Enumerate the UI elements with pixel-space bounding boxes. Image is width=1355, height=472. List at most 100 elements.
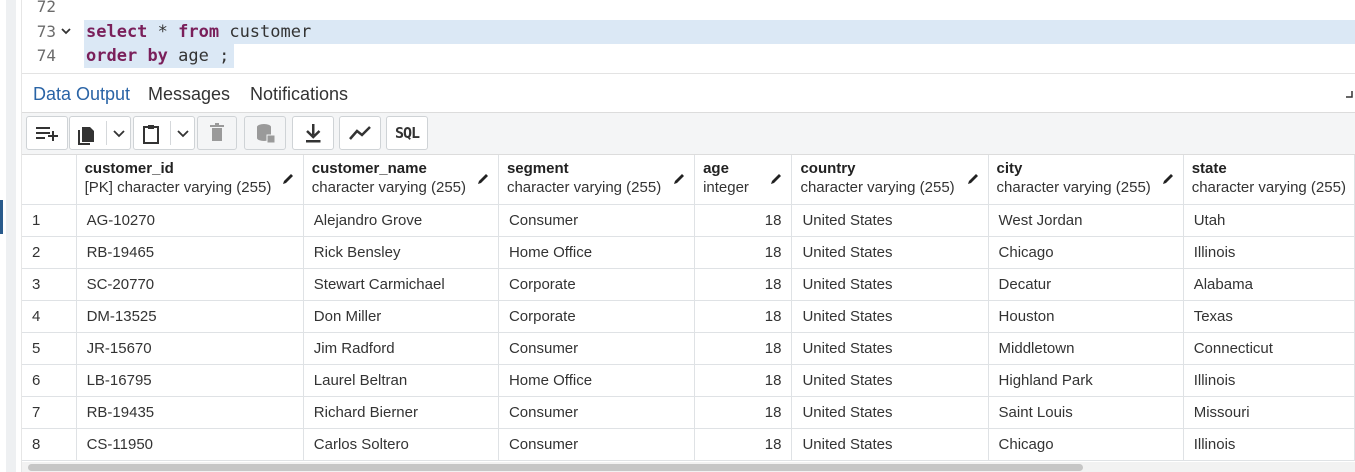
cell[interactable]: United States	[791, 332, 989, 365]
cell[interactable]: United States	[791, 236, 989, 269]
cell[interactable]: Corporate	[498, 268, 696, 301]
cell[interactable]: Chicago	[988, 236, 1184, 269]
row-number[interactable]: 2	[22, 236, 77, 269]
resize-corner-icon[interactable]	[1345, 90, 1353, 98]
cell[interactable]: 18	[694, 236, 793, 269]
cell[interactable]: Alejandro Grove	[303, 204, 499, 237]
column-header-country[interactable]: country character varying (255)	[791, 155, 989, 205]
graph-visualiser-button[interactable]	[339, 116, 381, 150]
cell[interactable]: United States	[791, 300, 989, 333]
cell[interactable]: 18	[694, 428, 793, 461]
row-number[interactable]: 5	[22, 332, 77, 365]
cell[interactable]: Saint Louis	[988, 396, 1184, 429]
horizontal-scrollbar[interactable]	[22, 462, 1355, 472]
table-row[interactable]: 8 CS-11950 Carlos Soltero Consumer 18 United …	[22, 428, 1355, 461]
cell[interactable]: Missouri	[1183, 396, 1355, 429]
column-header-customer-name[interactable]: customer_name character varying (255)	[303, 155, 499, 205]
table-row[interactable]: 4 DM-13525 Don Miller Corporate 18 United Sta…	[22, 300, 1355, 333]
cell[interactable]: RB-19435	[76, 396, 304, 429]
column-header-city[interactable]: city character varying (255)	[988, 155, 1184, 205]
column-header-customer-id[interactable]: customer_id [PK] character varying (255)	[76, 155, 304, 205]
cell[interactable]: 18	[694, 204, 793, 237]
pencil-icon[interactable]	[476, 172, 490, 186]
cell[interactable]: United States	[791, 364, 989, 397]
code-line-74[interactable]: 74 order by age ;	[22, 44, 1355, 68]
cell[interactable]: Texas	[1183, 300, 1355, 333]
data-grid[interactable]: customer_id [PK] character varying (255)…	[22, 155, 1355, 462]
cell[interactable]: Stewart Carmichael	[303, 268, 499, 301]
cell[interactable]: 18	[694, 396, 793, 429]
paste-button-group[interactable]	[133, 116, 195, 150]
cell[interactable]: Utah	[1183, 204, 1355, 237]
cell[interactable]: CS-11950	[76, 428, 304, 461]
add-row-button[interactable]	[26, 116, 68, 150]
column-header-age[interactable]: age integer	[694, 155, 793, 205]
cell[interactable]: Connecticut	[1183, 332, 1355, 365]
chevron-down-icon[interactable]	[176, 127, 190, 141]
table-row[interactable]: 7 RB-19435 Richard Bierner Consumer 18 United…	[22, 396, 1355, 429]
cell[interactable]: Consumer	[498, 204, 696, 237]
row-number[interactable]: 8	[22, 428, 77, 461]
cell[interactable]: 18	[694, 364, 793, 397]
cell[interactable]: Middletown	[988, 332, 1184, 365]
cell[interactable]: 18	[694, 268, 793, 301]
column-header-segment[interactable]: segment character varying (255)	[498, 155, 696, 205]
tab-notifications[interactable]: Notifications	[250, 82, 348, 106]
cell[interactable]: RB-19465	[76, 236, 304, 269]
cell[interactable]: Home Office	[498, 236, 696, 269]
column-header-state[interactable]: state character varying (255)	[1183, 155, 1355, 205]
cell[interactable]: Rick Bensley	[303, 236, 499, 269]
cell[interactable]: LB-16795	[76, 364, 304, 397]
save-data-button[interactable]	[244, 116, 286, 150]
cell[interactable]: United States	[791, 396, 989, 429]
cell[interactable]: United States	[791, 268, 989, 301]
chevron-down-icon[interactable]	[112, 127, 126, 141]
cell[interactable]: Alabama	[1183, 268, 1355, 301]
table-row[interactable]: 5 JR-15670 Jim Radford Consumer 18 United Sta…	[22, 332, 1355, 365]
copy-button-group[interactable]	[69, 116, 131, 150]
cell[interactable]: Consumer	[498, 428, 696, 461]
cell[interactable]: Jim Radford	[303, 332, 499, 365]
row-number[interactable]: 6	[22, 364, 77, 397]
table-row[interactable]: 1 AG-10270 Alejandro Grove Consumer 18 United…	[22, 204, 1355, 237]
cell[interactable]: Houston	[988, 300, 1184, 333]
cell[interactable]: Illinois	[1183, 364, 1355, 397]
delete-row-button[interactable]	[197, 116, 237, 150]
cell[interactable]: Home Office	[498, 364, 696, 397]
cell[interactable]: United States	[791, 428, 989, 461]
pencil-icon[interactable]	[672, 172, 686, 186]
download-button[interactable]	[292, 116, 334, 150]
tab-messages[interactable]: Messages	[148, 82, 230, 106]
tab-data-output[interactable]: Data Output	[33, 82, 131, 115]
cell[interactable]: SC-20770	[76, 268, 304, 301]
row-number[interactable]: 3	[22, 268, 77, 301]
cell[interactable]: Chicago	[988, 428, 1184, 461]
cell[interactable]: 18	[694, 300, 793, 333]
sql-view-button[interactable]: SQL	[386, 116, 428, 150]
cell[interactable]: Consumer	[498, 332, 696, 365]
cell[interactable]: DM-13525	[76, 300, 304, 333]
cell[interactable]: JR-15670	[76, 332, 304, 365]
code-line-73[interactable]: 73 select * from customer	[22, 20, 1355, 44]
pencil-icon[interactable]	[966, 172, 980, 186]
splitter-handle[interactable]	[6, 0, 16, 472]
code-line-72[interactable]: 72	[22, 0, 1355, 19]
cell[interactable]: West Jordan	[988, 204, 1184, 237]
cell[interactable]: 18	[694, 332, 793, 365]
cell[interactable]: Laurel Beltran	[303, 364, 499, 397]
row-number[interactable]: 4	[22, 300, 77, 333]
table-row[interactable]: 2 RB-19465 Rick Bensley Home Office 18 United…	[22, 236, 1355, 269]
cell[interactable]: Decatur	[988, 268, 1184, 301]
cell[interactable]: Don Miller	[303, 300, 499, 333]
scrollbar-thumb[interactable]	[28, 464, 1083, 471]
sql-editor[interactable]: 72 73 select * from customer 74 order by…	[22, 0, 1355, 72]
cell[interactable]: Corporate	[498, 300, 696, 333]
cell[interactable]: Carlos Soltero	[303, 428, 499, 461]
cell[interactable]: AG-10270	[76, 204, 304, 237]
cell[interactable]: Illinois	[1183, 428, 1355, 461]
cell[interactable]: United States	[791, 204, 989, 237]
cell[interactable]: Richard Bierner	[303, 396, 499, 429]
cell[interactable]: Consumer	[498, 396, 696, 429]
row-number[interactable]: 1	[22, 204, 77, 237]
pencil-icon[interactable]	[1161, 172, 1175, 186]
